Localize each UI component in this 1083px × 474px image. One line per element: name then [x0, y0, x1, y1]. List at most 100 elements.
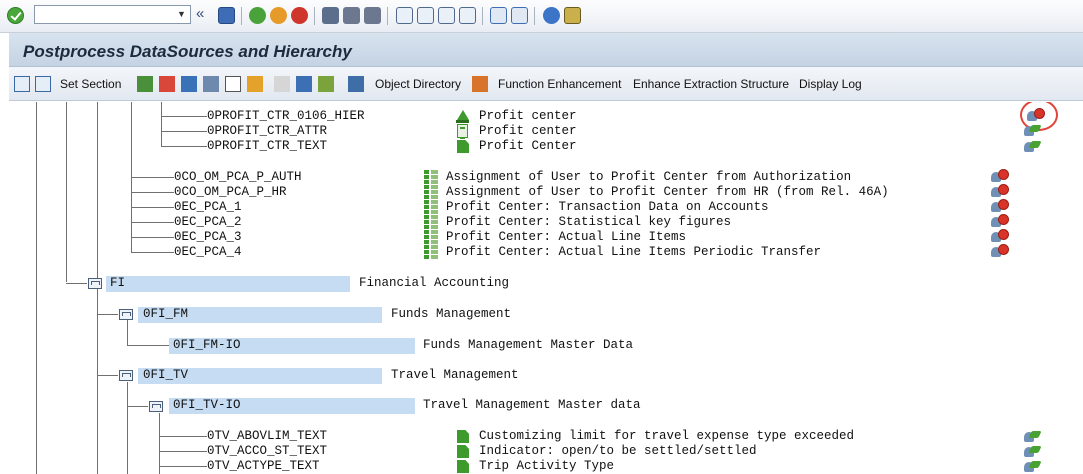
- tree-branch: [131, 192, 174, 193]
- datasource-description: Customizing limit for travel expense typ…: [479, 429, 855, 443]
- command-field[interactable]: [34, 5, 191, 24]
- active-datasource-icon[interactable]: [1024, 444, 1041, 459]
- expand-subtree-icon[interactable]: [14, 76, 30, 92]
- datasource-description: Profit center: [479, 109, 577, 123]
- enter-checkmark-icon[interactable]: [7, 7, 24, 24]
- datasource-name[interactable]: 0EC_PCA_2: [174, 215, 414, 230]
- toolbar-separator: [241, 7, 242, 25]
- inactive-datasource-icon[interactable]: [991, 184, 1009, 199]
- tree-branch: [159, 466, 207, 467]
- new-session-icon[interactable]: [490, 7, 507, 24]
- datasource-name[interactable]: 0PROFIT_CTR_TEXT: [207, 139, 445, 154]
- next-page-icon[interactable]: [438, 7, 455, 24]
- datasource-tree: 0PROFIT_CTR_0106_HIER Profit center 0PRO…: [9, 102, 1083, 474]
- folder-icon[interactable]: [119, 370, 133, 381]
- active-datasource-icon[interactable]: [1024, 123, 1041, 138]
- activate-icon[interactable]: [247, 76, 263, 92]
- node-description: Travel Management: [391, 368, 519, 382]
- texts-datasource-icon: [457, 445, 469, 458]
- exit-icon[interactable]: [270, 7, 287, 24]
- function-enhancement-button[interactable]: Function Enhancement: [498, 77, 621, 91]
- inactive-datasource-icon[interactable]: [991, 244, 1009, 259]
- datasource-name[interactable]: 0TV_ACTYPE_TEXT: [207, 459, 445, 474]
- display-log-button[interactable]: Display Log: [799, 77, 862, 91]
- datasource-description: Indicator: open/to be settled/settled: [479, 444, 757, 458]
- datasource-name[interactable]: 0EC_PCA_1: [174, 200, 414, 215]
- tree-branch: [131, 237, 174, 238]
- datasource-name[interactable]: 0CO_OM_PCA_P_AUTH: [174, 170, 414, 185]
- set-section-button[interactable]: Set Section: [60, 77, 121, 91]
- transaction-datasource-icon: [424, 200, 438, 214]
- print-icon[interactable]: [322, 7, 339, 24]
- title-bar: Postprocess DataSources and Hierarchy: [9, 33, 1083, 67]
- display-icon[interactable]: [274, 76, 290, 92]
- replicate-icon[interactable]: [181, 76, 197, 92]
- active-datasource-icon[interactable]: [1024, 459, 1041, 474]
- collapse-command-icon[interactable]: «: [196, 5, 204, 22]
- texts-datasource-icon: [457, 430, 469, 443]
- transport-icon[interactable]: [159, 76, 175, 92]
- node-name[interactable]: 0FI_FM-IO: [173, 338, 241, 353]
- datasource-description: Profit Center: Actual Line Items: [446, 230, 687, 244]
- datasource-description: Trip Activity Type: [479, 459, 615, 473]
- node-name[interactable]: 0FI_FM: [143, 307, 188, 322]
- object-directory-button[interactable]: Object Directory: [375, 77, 461, 91]
- customize-layout-icon[interactable]: [564, 7, 581, 24]
- find-icon[interactable]: [343, 7, 360, 24]
- inactive-datasource-icon[interactable]: [991, 169, 1009, 184]
- transaction-datasource-icon: [424, 215, 438, 229]
- tree-branch: [131, 222, 174, 223]
- previous-page-icon[interactable]: [417, 7, 434, 24]
- shortcut-icon[interactable]: [511, 7, 528, 24]
- delete-icon[interactable]: [203, 76, 219, 92]
- transaction-datasource-icon: [424, 185, 438, 199]
- last-page-icon[interactable]: [459, 7, 476, 24]
- datasource-name[interactable]: 0PROFIT_CTR_0106_HIER: [207, 109, 445, 124]
- datasource-name[interactable]: 0TV_ABOVLIM_TEXT: [207, 429, 445, 444]
- enhance-extraction-structure-button[interactable]: Enhance Extraction Structure: [633, 77, 789, 91]
- folder-icon[interactable]: [88, 278, 102, 289]
- change-icon[interactable]: [296, 76, 312, 92]
- datasource-name[interactable]: 0PROFIT_CTR_ATTR: [207, 124, 445, 139]
- tree-node-fi[interactable]: [106, 276, 350, 292]
- collapse-subtree-icon[interactable]: [35, 76, 51, 92]
- command-dropdown-icon[interactable]: ▼: [173, 6, 190, 23]
- find-next-icon[interactable]: [364, 7, 381, 24]
- create-icon[interactable]: [225, 76, 241, 92]
- inactive-datasource-icon[interactable]: [991, 214, 1009, 229]
- node-name[interactable]: FI: [110, 276, 125, 291]
- cancel-icon[interactable]: [291, 7, 308, 24]
- tree-branch: [159, 451, 207, 452]
- active-datasource-icon[interactable]: [1024, 429, 1041, 444]
- first-page-icon[interactable]: [396, 7, 413, 24]
- tree-branch: [159, 436, 207, 437]
- node-description: Financial Accounting: [359, 276, 510, 290]
- back-icon[interactable]: [249, 7, 266, 24]
- folder-icon[interactable]: [119, 309, 133, 320]
- function-enhancement-icon[interactable]: [472, 76, 488, 92]
- help-icon[interactable]: [543, 7, 560, 24]
- inactive-datasource-icon[interactable]: [991, 229, 1009, 244]
- node-name[interactable]: 0FI_TV: [143, 368, 188, 383]
- transaction-datasource-icon: [424, 245, 438, 259]
- transaction-datasource-icon: [424, 170, 438, 184]
- page-title: Postprocess DataSources and Hierarchy: [23, 42, 352, 61]
- datasource-name[interactable]: 0CO_OM_PCA_P_HR: [174, 185, 414, 200]
- test-icon[interactable]: [318, 76, 334, 92]
- tree-line: [127, 320, 128, 346]
- datasource-description: Profit Center: Transaction Data on Accou…: [446, 200, 769, 214]
- datasource-name[interactable]: 0TV_ACCO_ST_TEXT: [207, 444, 445, 459]
- datasource-icon[interactable]: [137, 76, 153, 92]
- save-icon[interactable]: [218, 7, 235, 24]
- node-name[interactable]: 0FI_TV-IO: [173, 398, 241, 413]
- datasource-description: Profit Center: [479, 139, 577, 153]
- inactive-datasource-icon[interactable]: [991, 199, 1009, 214]
- texts-datasource-icon: [457, 460, 469, 473]
- active-datasource-icon[interactable]: [1024, 139, 1041, 154]
- datasource-name[interactable]: 0EC_PCA_4: [174, 245, 414, 260]
- folder-icon[interactable]: [149, 401, 163, 412]
- datasource-name[interactable]: 0EC_PCA_3: [174, 230, 414, 245]
- tree-branch: [127, 345, 169, 346]
- object-directory-icon[interactable]: [348, 76, 364, 92]
- datasource-description: Profit center: [479, 124, 577, 138]
